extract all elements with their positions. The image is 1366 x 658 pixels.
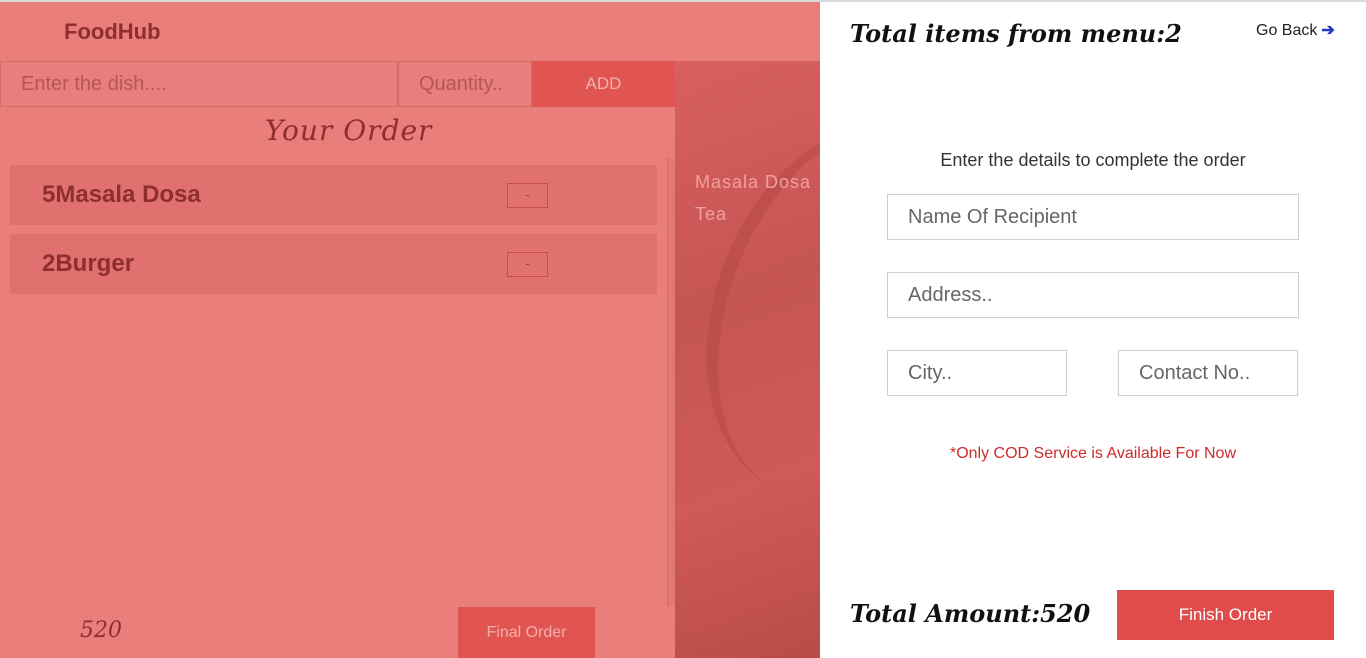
remove-item-button[interactable]: - [507, 183, 548, 208]
cod-notice: *Only COD Service is Available For Now [949, 445, 1237, 462]
spoon-shape [675, 87, 820, 535]
recipient-name-field[interactable]: Name Of Recipient [887, 194, 1299, 240]
order-item-label: 2Burger [42, 250, 135, 277]
order-item-label: 5Masala Dosa [42, 181, 201, 208]
remove-item-button[interactable]: - [507, 252, 548, 277]
order-page-backdrop: FoodHub Enter the dish.... Quantity.. AD… [0, 0, 820, 658]
address-field[interactable]: Address.. [887, 272, 1299, 318]
order-list-item: 2Burger - [10, 234, 657, 294]
arrow-right-icon: ➔ [1321, 22, 1335, 39]
menu-preview-item[interactable]: Masala Dosa [695, 172, 811, 193]
brand-logo[interactable]: FoodHub [64, 19, 161, 45]
city-field[interactable]: City.. [887, 350, 1067, 396]
dish-input[interactable]: Enter the dish.... [0, 61, 398, 107]
your-order-title: Your Order [265, 114, 433, 147]
order-amount: 520 [80, 618, 122, 643]
go-back-link[interactable]: Go Back ➔ [1256, 20, 1335, 40]
finish-order-button[interactable]: Finish Order [1117, 590, 1334, 640]
food-background-image: Masala Dosa Tea [675, 61, 820, 658]
checkout-heading: Enter the details to complete the order [940, 150, 1246, 170]
order-list-item: 5Masala Dosa - [10, 165, 657, 225]
go-back-label: Go Back [1256, 22, 1318, 39]
add-button[interactable]: ADD [532, 61, 675, 107]
checkout-panel: Total items from menu:2 Go Back ➔ Enter t… [820, 2, 1366, 658]
total-items-count: Total items from menu:2 [850, 19, 1182, 48]
final-order-button[interactable]: Final Order [458, 607, 595, 658]
total-amount: Total Amount:520 [850, 599, 1091, 628]
quantity-input[interactable]: Quantity.. [398, 61, 532, 107]
menu-preview-item[interactable]: Tea [695, 204, 727, 225]
add-dish-form: Enter the dish.... Quantity.. ADD [0, 61, 675, 107]
order-panel-scrollbar[interactable] [667, 158, 675, 606]
contact-number-field[interactable]: Contact No.. [1118, 350, 1298, 396]
